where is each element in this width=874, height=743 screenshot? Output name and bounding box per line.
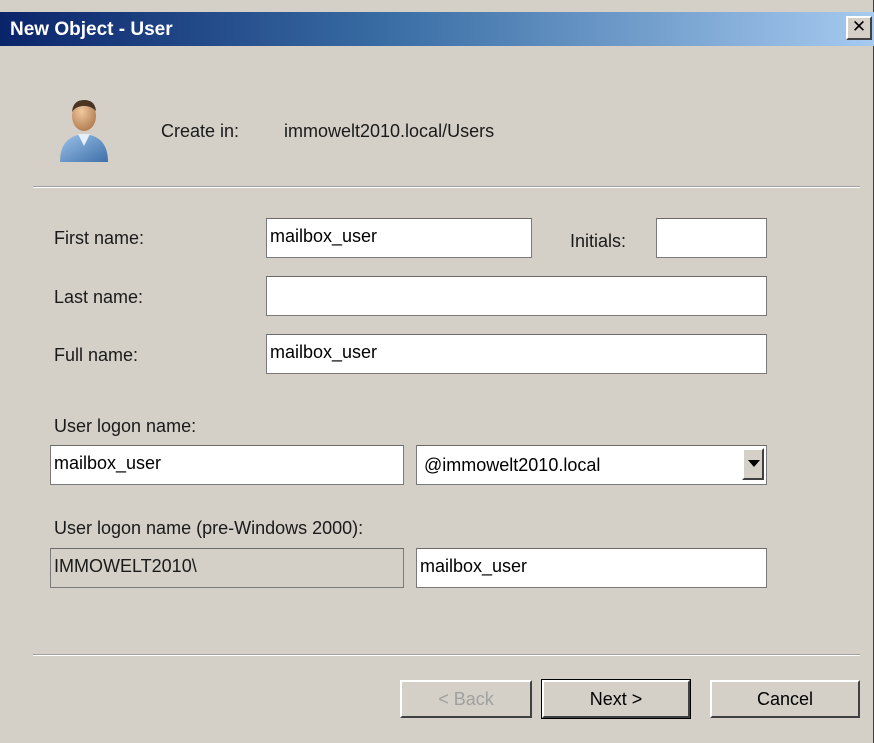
logon-name-field[interactable]: mailbox_user [50,445,404,485]
cancel-button[interactable]: Cancel [710,680,860,718]
pre2000-logon-label: User logon name (pre-Windows 2000): [54,518,364,538]
initials-label: Initials: [570,231,627,251]
new-user-dialog: New Object - User ✕ Create in: immowelt2… [0,0,874,743]
full-name-label: Full name: [54,345,139,365]
initials-field[interactable] [656,218,767,258]
domain-select-value: @immowelt2010.local [424,455,601,475]
domain-dropdown-button[interactable] [742,448,764,480]
back-button[interactable]: < Back [400,680,532,718]
top-separator [33,186,860,188]
last-name-label: Last name: [54,287,144,307]
first-name-field[interactable]: mailbox_user [266,218,532,258]
close-icon: ✕ [851,17,867,37]
chevron-down-icon [748,460,760,467]
create-in-label: Create in: [161,121,240,141]
bottom-separator [33,654,860,656]
first-name-label: First name: [54,228,145,248]
pre2000-domain-field: IMMOWELT2010\ [50,548,404,588]
next-button[interactable]: Next > [541,679,691,719]
pre2000-logon-field[interactable]: mailbox_user [416,548,767,588]
logon-name-label: User logon name: [54,416,197,436]
full-name-field[interactable]: mailbox_user [266,334,767,374]
window-title: New Object - User [10,19,173,40]
close-button[interactable]: ✕ [846,16,872,40]
user-icon [60,100,108,162]
title-bar[interactable]: New Object - User ✕ [0,12,874,46]
domain-select[interactable]: @immowelt2010.local [416,445,767,485]
last-name-field[interactable] [266,276,767,316]
create-in-path: immowelt2010.local/Users [284,121,495,141]
